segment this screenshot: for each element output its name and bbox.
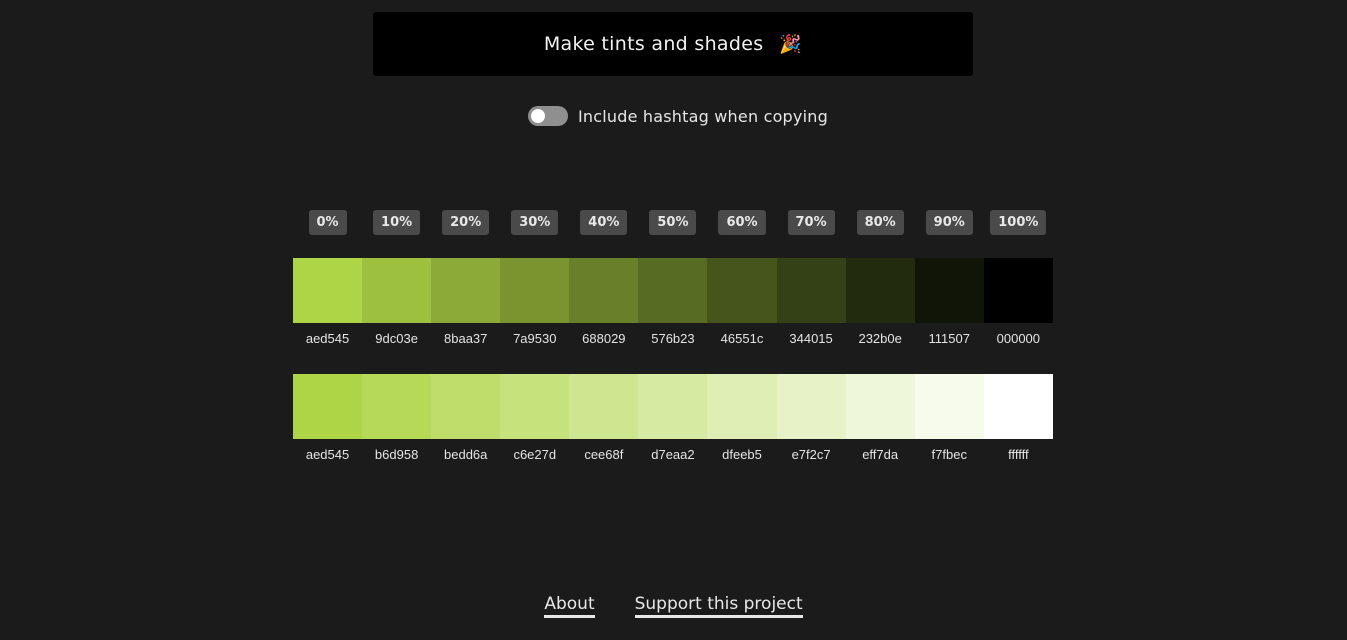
percent-badge: 40%	[580, 210, 628, 235]
shade-swatch-item: 7a9530	[500, 258, 570, 346]
tint-swatch[interactable]	[983, 374, 1053, 439]
tint-swatch[interactable]	[569, 374, 639, 439]
shade-hex-label[interactable]: 000000	[997, 331, 1040, 346]
tint-swatch-item: d7eaa2	[638, 374, 708, 462]
shade-hex-label[interactable]: aed545	[306, 331, 349, 346]
shade-swatch[interactable]	[431, 258, 501, 323]
percentage-row: 0% 10% 20% 30% 40% 50% 60% 70% 80% 90% 1…	[293, 210, 1053, 235]
tint-swatch[interactable]	[293, 374, 363, 439]
tint-swatch-item: e7f2c7	[776, 374, 846, 462]
tint-hex-label[interactable]: b6d958	[375, 447, 418, 462]
tint-hex-label[interactable]: d7eaa2	[651, 447, 694, 462]
support-project-link[interactable]: Support this project	[634, 594, 803, 618]
shade-hex-label[interactable]: 9dc03e	[375, 331, 418, 346]
percent-badge: 60%	[718, 210, 766, 235]
tint-swatch-item: c6e27d	[500, 374, 570, 462]
shade-swatch-item: 8baa37	[431, 258, 501, 346]
percent-badge: 50%	[649, 210, 697, 235]
shade-hex-label[interactable]: 232b0e	[858, 331, 901, 346]
party-popper-icon: 🎉	[779, 33, 803, 55]
percent-badge: 20%	[442, 210, 490, 235]
percent-badge: 100%	[990, 210, 1047, 235]
shade-swatch-item: 688029	[569, 258, 639, 346]
shade-swatch[interactable]	[362, 258, 432, 323]
make-tints-shades-button[interactable]: Make tints and shades 🎉	[373, 12, 973, 76]
tint-swatch-item: b6d958	[362, 374, 432, 462]
percent-badge: 80%	[856, 210, 904, 235]
shade-swatch-item: 232b0e	[845, 258, 915, 346]
shade-swatch[interactable]	[638, 258, 708, 323]
shade-swatch-item: 576b23	[638, 258, 708, 346]
toggle-knob	[531, 109, 545, 123]
tint-hex-label[interactable]: ffffff	[1008, 447, 1029, 462]
shade-swatch-item: 344015	[776, 258, 846, 346]
tint-swatch[interactable]	[914, 374, 984, 439]
tint-swatch[interactable]	[362, 374, 432, 439]
tint-hex-label[interactable]: bedd6a	[444, 447, 487, 462]
tint-swatch[interactable]	[638, 374, 708, 439]
tint-swatch[interactable]	[845, 374, 915, 439]
hashtag-toggle-row: Include hashtag when copying	[528, 106, 828, 126]
tint-swatch-item: aed545	[293, 374, 363, 462]
tint-hex-label[interactable]: eff7da	[862, 447, 898, 462]
tints-row: aed545 b6d958 bedd6a c6e27d cee68f d7eaa…	[293, 374, 1053, 462]
percent-badge: 10%	[373, 210, 421, 235]
tint-hex-label[interactable]: dfeeb5	[722, 447, 762, 462]
hashtag-toggle-label: Include hashtag when copying	[578, 106, 828, 126]
percent-badge: 90%	[925, 210, 973, 235]
tint-hex-label[interactable]: aed545	[306, 447, 349, 462]
shade-hex-label[interactable]: 7a9530	[513, 331, 556, 346]
make-button-label: Make tints and shades	[543, 33, 764, 55]
tint-hex-label[interactable]: cee68f	[584, 447, 623, 462]
shade-swatch-item: 9dc03e	[362, 258, 432, 346]
shade-swatch-item: 111507	[914, 258, 984, 346]
tint-swatch-item: cee68f	[569, 374, 639, 462]
percent-badge: 30%	[511, 210, 559, 235]
about-link[interactable]: About	[544, 594, 595, 618]
shade-hex-label[interactable]: 8baa37	[444, 331, 487, 346]
tint-swatch[interactable]	[776, 374, 846, 439]
shade-swatch-item: 000000	[983, 258, 1053, 346]
shade-hex-label[interactable]: 111507	[929, 331, 970, 346]
tint-hex-label[interactable]: c6e27d	[513, 447, 556, 462]
tint-swatch[interactable]	[500, 374, 570, 439]
percent-badge: 0%	[308, 210, 347, 235]
shades-row: aed545 9dc03e 8baa37 7a9530 688029 576b2…	[293, 258, 1053, 346]
tint-swatch[interactable]	[707, 374, 777, 439]
shade-swatch-item: aed545	[293, 258, 363, 346]
tint-swatch-item: ffffff	[983, 374, 1053, 462]
shade-swatch[interactable]	[293, 258, 363, 323]
shade-swatch[interactable]	[569, 258, 639, 323]
tint-swatch-item: f7fbec	[914, 374, 984, 462]
tint-swatch-item: bedd6a	[431, 374, 501, 462]
shade-swatch[interactable]	[845, 258, 915, 323]
shade-swatch[interactable]	[707, 258, 777, 323]
shade-hex-label[interactable]: 576b23	[651, 331, 694, 346]
tint-hex-label[interactable]: f7fbec	[932, 447, 967, 462]
shade-swatch[interactable]	[500, 258, 570, 323]
shade-swatch[interactable]	[776, 258, 846, 323]
shade-hex-label[interactable]: 46551c	[721, 331, 764, 346]
shade-swatch[interactable]	[914, 258, 984, 323]
hashtag-toggle[interactable]	[528, 106, 568, 126]
shade-hex-label[interactable]: 344015	[789, 331, 832, 346]
tint-swatch-item: eff7da	[845, 374, 915, 462]
tint-swatch[interactable]	[431, 374, 501, 439]
tint-hex-label[interactable]: e7f2c7	[792, 447, 831, 462]
shade-swatch[interactable]	[983, 258, 1053, 323]
footer: About Support this project	[0, 594, 1347, 618]
percent-badge: 70%	[787, 210, 835, 235]
shade-swatch-item: 46551c	[707, 258, 777, 346]
shade-hex-label[interactable]: 688029	[582, 331, 625, 346]
tint-swatch-item: dfeeb5	[707, 374, 777, 462]
